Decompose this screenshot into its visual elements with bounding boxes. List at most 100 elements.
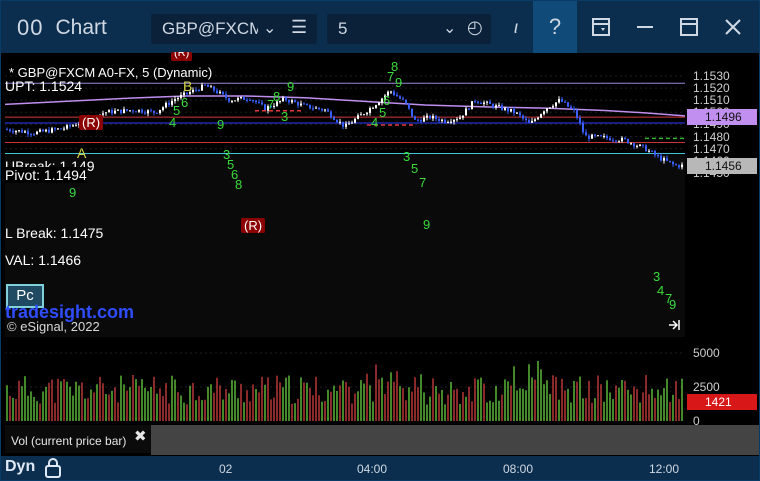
price-candle-body	[168, 103, 170, 105]
price-candle-body	[501, 105, 503, 110]
menu-icon[interactable]: ☰	[291, 17, 307, 38]
price-candle-body	[543, 111, 545, 115]
price-candle-body	[468, 108, 470, 110]
td-count-number: 9	[395, 75, 402, 90]
price-candle-body	[432, 115, 434, 119]
price-candle-body	[243, 96, 245, 100]
volume-chart[interactable]	[5, 339, 685, 425]
price-candle-body	[672, 161, 674, 165]
price-candle-body	[612, 140, 614, 142]
price-candle-body	[336, 119, 338, 123]
price-axis[interactable]: 1.15301.15201.15101.15001.14901.14801.14…	[685, 57, 759, 337]
symbol-value[interactable]: GBP@FXCM	[151, 19, 258, 39]
price-candle-body	[588, 135, 590, 139]
price-candle-body	[132, 110, 134, 112]
price-candle-body	[291, 100, 293, 103]
price-candle-body	[414, 116, 416, 120]
clock-icon[interactable]: ◴	[467, 17, 483, 38]
td-count-number: 9	[287, 79, 294, 94]
td-count-number: 9	[669, 297, 676, 312]
price-candle-body	[585, 132, 587, 136]
price-candle-body	[345, 123, 347, 127]
price-candle-body	[18, 130, 20, 132]
price-candle-body	[681, 164, 683, 168]
price-candle-body	[318, 107, 320, 109]
td-count-number: 6	[181, 95, 188, 110]
help-button[interactable]: ?	[533, 1, 577, 53]
chevron-down-icon[interactable]: ⌄	[443, 18, 456, 38]
price-candle-body	[456, 119, 458, 121]
price-candle-body	[534, 119, 536, 121]
price-candle-body	[477, 101, 479, 103]
price-candle-body	[174, 99, 176, 101]
volume-axis[interactable]: 5000 2500 0 1421	[685, 339, 759, 428]
close-icon[interactable]	[711, 1, 755, 53]
price-candle-body	[417, 119, 419, 121]
volume-tab[interactable]: Vol (current price bar) ✖	[5, 425, 151, 453]
interval-input[interactable]: 5 ⌄ ◴	[327, 14, 491, 44]
price-candle-body	[219, 91, 221, 94]
price-candle-body	[573, 108, 575, 111]
price-candle-body	[519, 112, 521, 116]
price-candle-body	[342, 121, 344, 127]
td-count-number: 9	[217, 117, 224, 132]
price-candle-body	[249, 99, 251, 101]
td-count-number: 3	[281, 109, 288, 124]
price-candle-body	[213, 86, 215, 91]
price-candle-body	[396, 94, 398, 97]
chevron-down-icon[interactable]: ⌄	[263, 18, 276, 38]
save-layout-icon[interactable]	[579, 1, 623, 53]
price-candle-body	[198, 89, 200, 91]
td-count-number: 3	[403, 149, 410, 164]
price-candle-body	[51, 128, 53, 133]
price-candle-body	[66, 125, 68, 129]
td-count-number: 4	[371, 115, 378, 130]
price-candle-body	[339, 121, 341, 123]
price-candle-body	[609, 138, 611, 141]
price-candle-body	[504, 107, 506, 110]
price-candle-body	[555, 102, 557, 107]
link-icon[interactable]: ι	[501, 1, 531, 53]
price-candle-body	[240, 96, 242, 99]
time-axis[interactable]: Dyn 02 04:00 08:00 12:00	[1, 456, 759, 480]
price-candle-body	[6, 129, 8, 131]
time-tick: 02	[219, 462, 233, 476]
price-candle-body	[39, 129, 41, 132]
interval-value[interactable]: 5	[338, 19, 347, 39]
price-candle-body	[630, 143, 632, 145]
price-candle-body	[228, 98, 230, 102]
price-candle-body	[204, 84, 206, 86]
price-candle-body	[423, 117, 425, 122]
price-candle-body	[393, 91, 395, 95]
price-candle-body	[474, 101, 476, 103]
symbol-input[interactable]: GBP@FXCM ⌄ ☰	[151, 14, 317, 44]
price-chart[interactable]: 9456935687893 45678935793479	[5, 57, 685, 337]
price-candle-body	[30, 134, 32, 136]
price-candle-body	[618, 141, 620, 143]
price-candle-body	[657, 155, 659, 157]
volume-tick-label: 2500	[693, 380, 720, 394]
price-candle-body	[144, 112, 146, 114]
price-candle-body	[261, 102, 263, 105]
td-count-number: 8	[273, 89, 280, 104]
price-candle-body	[444, 119, 446, 123]
maximize-icon[interactable]	[667, 1, 711, 53]
price-candle-body	[246, 99, 248, 101]
price-candle-body	[516, 112, 518, 114]
price-candle-body	[255, 100, 257, 103]
dynamic-label[interactable]: Dyn	[5, 458, 35, 476]
lock-icon[interactable]	[43, 457, 63, 479]
level-label-pivot: Pivot: 1.1494	[5, 167, 87, 183]
pane-divider[interactable]	[151, 425, 759, 455]
volume-current-tag: 1421	[687, 393, 757, 410]
price-candle-body	[117, 109, 119, 111]
price-candle-body	[582, 123, 584, 133]
price-candle-body	[621, 137, 623, 142]
volume-tab-label: Vol (current price bar)	[11, 434, 127, 448]
price-candle-body	[480, 102, 482, 104]
minimize-icon[interactable]	[623, 1, 667, 53]
price-candle-body	[207, 84, 209, 87]
close-icon[interactable]: ✖	[134, 427, 147, 445]
price-candle-body	[600, 135, 602, 137]
price-candle-body	[633, 143, 635, 147]
